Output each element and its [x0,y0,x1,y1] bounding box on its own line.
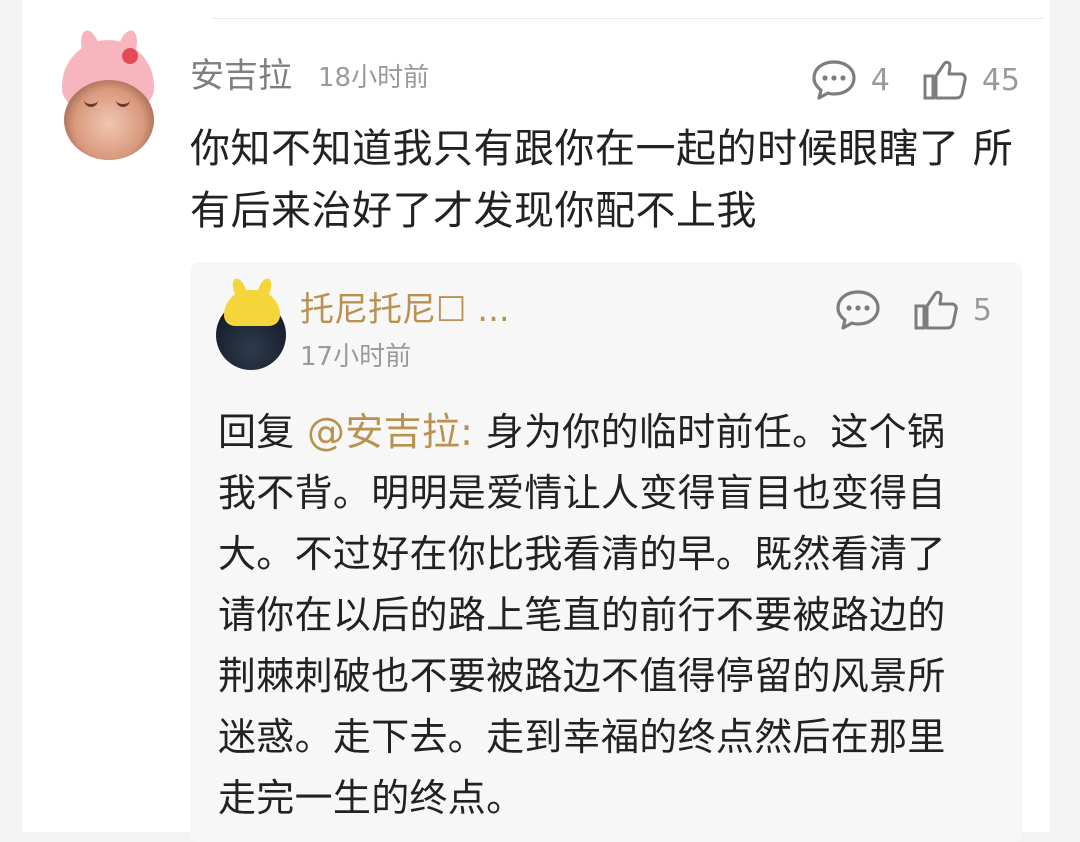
reply-button[interactable]: 4 [811,58,890,102]
reply-count: 4 [870,62,890,98]
reply-like-button[interactable]: 5 [913,288,992,332]
comment-actions: 4 45 [811,58,1020,102]
reply-body: 身为你的临时前任。这个锅我不背。明明是爱情让人变得盲目也变得自大。不过好在你比我… [218,410,946,820]
like-count: 45 [981,62,1020,98]
comment-text: 你知不知道我只有跟你在一起的时候眼瞎了 所有后来治好了才发现你配不上我 [190,126,1014,234]
reply-item: 托尼托尼☐ ... 17小时前 5 回复 @安吉拉: 身为你的临时前任。这个锅我… [190,262,1022,842]
reply-reply-button[interactable] [835,288,881,332]
speech-bubble-icon [812,60,856,100]
avatar[interactable] [60,28,156,160]
comment-item: 安吉拉 18小时前 4 45 你知不知道我只有跟你在一起的时候眼瞎了 所有后来治… [22,0,1050,842]
comment-page: 安吉拉 18小时前 4 45 你知不知道我只有跟你在一起的时候眼瞎了 所有后来治… [22,0,1050,842]
speech-bubble-icon [836,290,880,330]
reply-mention[interactable]: @安吉拉: [307,410,473,454]
reply-prefix: 回复 [218,410,307,454]
reply-actions: 5 [835,288,992,332]
reply-avatar[interactable] [216,276,288,372]
avatar-face [64,80,154,160]
comment-username[interactable]: 安吉拉 [190,52,292,100]
reply-avatar-head [224,290,280,326]
thumbs-up-icon [914,290,958,330]
reply-username[interactable]: 托尼托尼☐ ... [300,286,510,334]
thumbs-up-icon [923,60,967,100]
reply-timestamp: 17小时前 [300,342,412,372]
avatar-bow [122,48,138,64]
comment-timestamp: 18小时前 [318,63,430,93]
reply-text: 回复 @安吉拉: 身为你的临时前任。这个锅我不背。明明是爱情让人变得盲目也变得自… [218,402,978,829]
reply-like-count: 5 [972,292,992,328]
like-button[interactable]: 45 [922,58,1020,102]
